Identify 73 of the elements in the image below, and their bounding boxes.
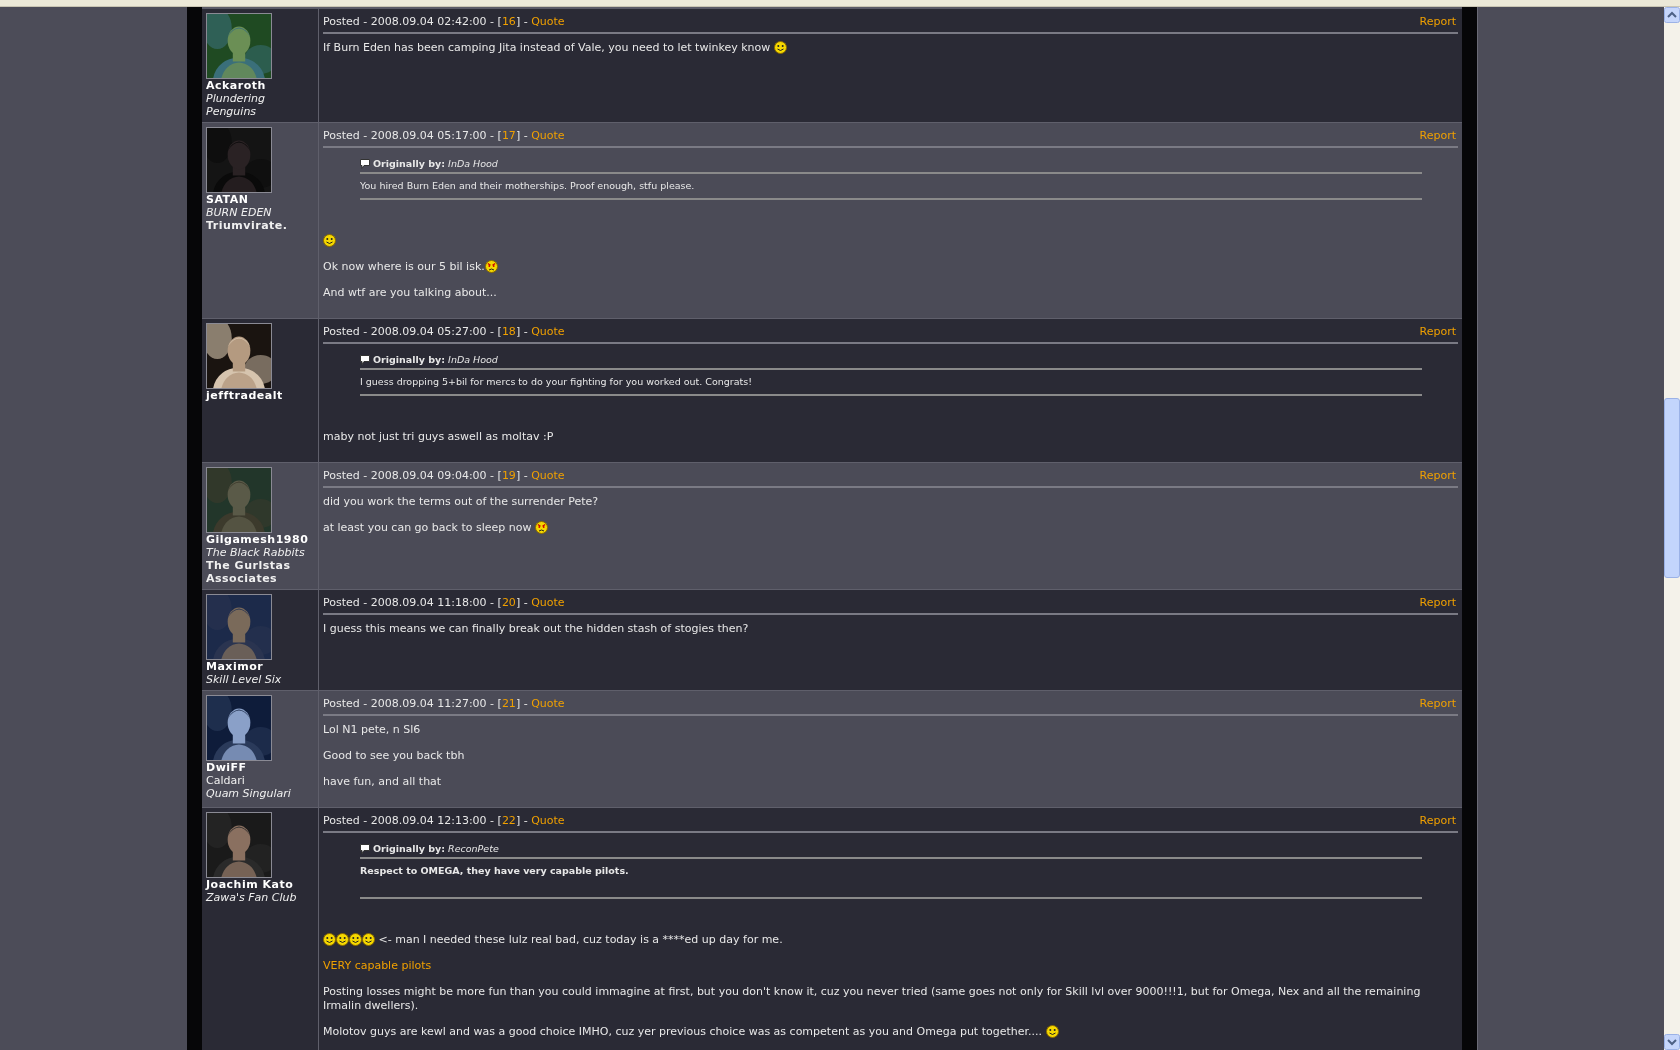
speech-bubble-icon [360,158,370,169]
quoted-text: I guess dropping 5+bil for mercs to do your fighting for you worked out. Congrats! [360,376,753,387]
quote-link[interactable]: Quote [531,697,565,710]
author-name[interactable]: Gilgamesh1980 [206,533,309,546]
post-text: Molotov guys are kewl and was a good choice IMHO, cuz yer previous choice was as competent as you and Omega put together.... [323,1025,1044,1038]
post-text: maby not just tri guys aswell as moltav :P [323,430,554,443]
post-text: Good to see you back tbh [323,749,465,762]
scrollbar[interactable] [1664,7,1680,1050]
report-link[interactable]: Report [1419,129,1456,142]
quoted-text: Respect to OMEGA, they have very capable pilots. [360,865,630,878]
post-meta: Posted - 2008.09.04 05:27:00 - [18] - Quote [323,325,565,338]
quote-link[interactable]: Quote [531,325,565,338]
author-name[interactable]: Ackaroth [206,79,266,92]
smiley-icon [773,41,787,54]
author-affiliation: Triumvirate. [206,219,288,232]
author-affiliation: Quam Singulari [206,787,291,800]
report-link[interactable]: Report [1419,697,1456,710]
author-affiliation: Zawa's Fan Club [206,891,297,904]
author-name[interactable]: SATAN [206,193,249,206]
post-text: Posting losses might be more fun than you could immagine at first, but you don't know it, cuz you never tried (same goes not only for Skill lvl over 9000!!!1, but for Omega, Nex and all the remaining Irmalin dwellers). [323,985,1421,1012]
angry-smiley-icon [535,521,548,534]
quote-attribution: Originally by: InDa Hood [373,354,498,365]
author-name[interactable]: Maximor [206,660,264,673]
scroll-thumb[interactable] [1664,398,1680,578]
smiley-icon [323,933,336,946]
post-text: I guess this means we can finally break out the hidden stash of stogies then? [323,622,749,635]
quote-link[interactable]: Quote [531,596,565,609]
author-affiliation: The Gurlstas Associates [206,559,292,585]
post-meta: Posted - 2008.09.04 02:42:00 - [16] - Quote [323,15,565,28]
report-link[interactable]: Report [1419,469,1456,482]
quote-link[interactable]: Quote [531,15,565,28]
quote-link[interactable]: Quote [531,814,565,827]
post-text: <- man I needed these lulz real bad, cuz today is a ****ed up day for me. [377,933,783,946]
post-text: And wtf are you talking about... [323,286,497,299]
smiley-icon [1045,1025,1059,1038]
speech-bubble-icon [360,354,370,365]
post-meta: Posted - 2008.09.04 09:04:00 - [19] - Quote [323,469,565,482]
post-text: Lol N1 pete, n Sl6 [323,723,421,736]
post-meta: Posted - 2008.09.04 05:17:00 - [17] - Quote [323,129,565,142]
scroll-up-icon[interactable] [1664,7,1680,23]
author-name[interactable]: jefftradealt [206,389,283,402]
author-name[interactable]: Joachim Kato [206,878,294,891]
author-affiliation: Plundering Penguins [206,92,266,118]
post-text: have fun, and all that [323,775,442,788]
quote-link[interactable]: Quote [531,129,565,142]
smiley-icon [349,933,362,946]
smiley-icon [362,933,375,946]
speech-bubble-icon [360,843,370,854]
quote-attribution: Originally by: InDa Hood [373,158,498,169]
post-text: at least you can go back to sleep now [323,521,533,534]
author-affiliation: Caldari [206,774,245,787]
angry-smiley-icon [484,260,498,273]
quoted-text: You hired Burn Eden and their motherships. Proof enough, stfu please. [360,180,695,191]
smiley-icon [323,234,336,247]
report-link[interactable]: Report [1419,814,1456,827]
author-affiliation: BURN EDEN [206,206,272,219]
report-link[interactable]: Report [1419,596,1456,609]
report-link[interactable]: Report [1419,325,1456,338]
scroll-down-icon[interactable] [1664,1034,1680,1050]
post-text: If Burn Eden has been camping Jita instead of Vale, you need to let twinkey know [323,41,772,54]
quote-attribution: Originally by: ReconPete [373,843,499,854]
author-affiliation: Skill Level Six [206,673,282,686]
post-meta: Posted - 2008.09.04 12:13:00 - [22] - Quote [323,814,565,827]
post-text: Ok now where is our 5 bil isk. [323,260,485,273]
post-meta: Posted - 2008.09.04 11:27:00 - [21] - Quote [323,697,565,710]
author-name[interactable]: DwiFF [206,761,247,774]
author-affiliation: The Black Rabbits [206,546,305,559]
quote-link[interactable]: Quote [531,469,565,482]
post-link[interactable]: VERY capable pilots [323,959,432,972]
report-link[interactable]: Report [1419,15,1456,28]
smiley-icon [336,933,349,946]
post-text: did you work the terms out of the surrender Pete? [323,495,599,508]
post-meta: Posted - 2008.09.04 11:18:00 - [20] - Quote [323,596,565,609]
